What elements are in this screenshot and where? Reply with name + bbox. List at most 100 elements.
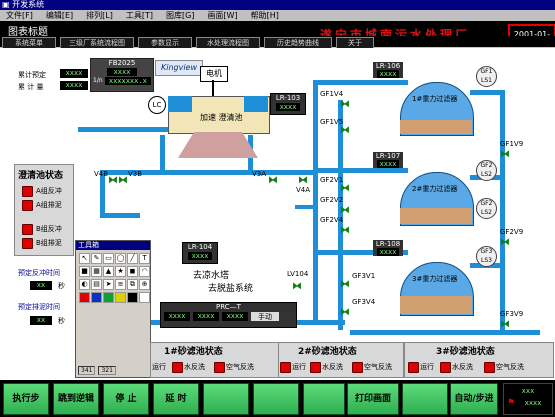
blank-button-1[interactable] xyxy=(203,383,249,415)
lr103-meter: LR-103 xxxx xyxy=(270,93,306,115)
gf1-indicator: GF1 LS1 xyxy=(476,66,497,87)
gf2-name-b: GF2 xyxy=(480,200,493,207)
group-tool-icon[interactable]: ⧉ xyxy=(127,279,138,290)
lc-indicator: LC xyxy=(148,96,166,114)
fb-meter: FB2025 xxxx 1/n xxxxxxx.x xyxy=(90,58,154,92)
filter-2-sand xyxy=(400,208,472,224)
zoom-tool-icon[interactable]: ⊕ xyxy=(139,279,150,290)
lr104-title: LR-104 xyxy=(183,243,217,251)
gf2v4-valve-icon[interactable]: ⧓ xyxy=(340,226,350,236)
sand-3-water-label: 水反洗 xyxy=(452,363,473,371)
image-tool-icon[interactable]: ▦ xyxy=(91,266,102,277)
v4a-valve-icon[interactable]: ⧓ xyxy=(298,176,308,186)
v4b-valve-icon[interactable]: ⧓ xyxy=(108,176,118,186)
fill-tool-icon[interactable]: ■ xyxy=(79,266,90,277)
arrow-tool-icon[interactable]: ➤ xyxy=(103,279,114,290)
text-tool-icon[interactable]: T xyxy=(139,253,150,264)
v3a-valve-icon[interactable]: ⧓ xyxy=(268,176,278,186)
color-blue-icon[interactable] xyxy=(91,292,102,303)
pr-value-3: xxxx xyxy=(222,312,248,321)
a-backflush-indicator[interactable] xyxy=(22,186,33,197)
gf1v4-valve-icon[interactable]: ⧓ xyxy=(340,100,350,110)
lr103-value: xxxx xyxy=(276,103,300,111)
select-tool-icon[interactable]: ↖ xyxy=(79,253,90,264)
gauge-tool-icon[interactable]: ◐ xyxy=(79,279,90,290)
gf2v2-valve-icon[interactable]: ⧓ xyxy=(340,206,350,216)
color-green-icon[interactable] xyxy=(103,292,114,303)
gf2v1-valve-icon[interactable]: ⧓ xyxy=(340,184,350,194)
color-yellow-icon[interactable] xyxy=(115,292,126,303)
cum-value: xxxx xyxy=(60,81,88,90)
polygon-tool-icon[interactable]: ▲ xyxy=(103,266,114,277)
star-tool-icon[interactable]: ★ xyxy=(115,266,126,277)
line-tool-icon[interactable]: ╱ xyxy=(127,253,138,264)
cum-set-value: xxxx xyxy=(60,69,88,78)
sand-status-1-title: 1#砂滤池状态 xyxy=(164,347,223,357)
delay-button[interactable]: 延 时 xyxy=(153,383,199,415)
v3b-valve-icon[interactable]: ⧓ xyxy=(118,176,128,186)
fb-title: FB2025 xyxy=(108,59,136,67)
gf2v4-label: GF2V4 xyxy=(320,216,344,224)
menu-file[interactable]: 文件[F] xyxy=(6,10,33,21)
sand-3-air-indicator[interactable] xyxy=(484,362,495,373)
blank-button-2[interactable] xyxy=(253,383,299,415)
gf1v9-label: GF1V9 xyxy=(500,140,524,148)
pipe-right-1 xyxy=(470,90,505,95)
menu-tools[interactable]: 工具[T] xyxy=(126,10,153,21)
auto-step-button[interactable]: 自动/步进 xyxy=(450,383,498,415)
align-tool-icon[interactable]: ≡ xyxy=(115,279,126,290)
blank-button-4[interactable] xyxy=(402,383,448,415)
color-red-icon[interactable] xyxy=(79,292,90,303)
grid-tool-icon[interactable]: ▤ xyxy=(91,279,102,290)
print-screen-button[interactable]: 打印画面 xyxy=(347,383,399,415)
gf3v1-valve-icon[interactable]: ⧓ xyxy=(340,280,350,290)
a-drain-indicator[interactable] xyxy=(22,200,33,211)
sand-3-water-indicator[interactable] xyxy=(440,362,451,373)
rect-tool-icon[interactable]: ▭ xyxy=(103,253,114,264)
blank-button-3[interactable] xyxy=(303,383,345,415)
v4a-label: V4A xyxy=(296,186,311,194)
sand-2-water-indicator[interactable] xyxy=(310,362,321,373)
sand-2-run-indicator[interactable] xyxy=(280,362,291,373)
gf3v4-valve-icon[interactable]: ⧓ xyxy=(340,308,350,318)
menu-edit[interactable]: 编辑[E] xyxy=(46,10,73,21)
pipe-clarifier-left xyxy=(160,135,165,175)
stop-button[interactable]: 停 止 xyxy=(103,383,149,415)
gf2v9-valve-icon[interactable]: ⧓ xyxy=(500,238,510,248)
backflush-time-value[interactable]: xx xyxy=(30,281,52,290)
sand-1-run-label: 运行 xyxy=(152,363,166,371)
sand-1-water-indicator[interactable] xyxy=(214,362,225,373)
sand-2-air-indicator[interactable] xyxy=(352,362,363,373)
menu-library[interactable]: 图库[G] xyxy=(166,10,194,21)
gf3v9-valve-icon[interactable]: ⧓ xyxy=(500,320,510,330)
backflush-time-unit: 秒 xyxy=(58,282,65,290)
color-black-icon[interactable] xyxy=(127,292,138,303)
sand-3-run-indicator[interactable] xyxy=(408,362,419,373)
pipe-right-riser xyxy=(500,90,505,330)
motor-box: 电机 xyxy=(200,66,228,82)
menu-help[interactable]: 帮助[H] xyxy=(251,10,279,21)
drain-time-value[interactable]: xx xyxy=(30,316,52,325)
button-tool-icon[interactable]: ◼ xyxy=(127,266,138,277)
gf2-name: GF2 xyxy=(480,162,493,169)
pencil-tool-icon[interactable]: ✎ xyxy=(91,253,102,264)
gf1v5-valve-icon[interactable]: ⧓ xyxy=(340,126,350,136)
jump-logic-button[interactable]: 跳到逆辑 xyxy=(53,383,99,415)
gf1v9-valve-icon[interactable]: ⧓ xyxy=(500,150,510,160)
gf3v4-label: GF3V4 xyxy=(352,298,376,306)
exec-step-button[interactable]: 执行步 xyxy=(3,383,49,415)
b-backflush-indicator[interactable] xyxy=(22,224,33,235)
b-drain-indicator[interactable] xyxy=(22,238,33,249)
lv104-valve-icon[interactable]: ⧓ xyxy=(292,282,302,292)
manual-button[interactable]: 手动 xyxy=(251,312,279,321)
menu-screen[interactable]: 画面[W] xyxy=(207,10,237,21)
ellipse-tool-icon[interactable]: ◯ xyxy=(115,253,126,264)
cooling-tower-label: 去凉水塔 xyxy=(193,271,230,281)
toolbox-window: 工具箱 ↖ ✎ ▭ ◯ ╱ T ■ ▦ ▲ ★ ◼ ◠ ◐ ▤ ➤ ≡ ⧉ ⊕ … xyxy=(75,240,151,378)
sand-1-air-label: 空气反洗 xyxy=(226,363,254,371)
color-white-icon[interactable] xyxy=(139,292,150,303)
drain-time-unit: 秒 xyxy=(58,317,65,325)
sand-1-run-indicator[interactable] xyxy=(172,362,183,373)
arc-tool-icon[interactable]: ◠ xyxy=(139,266,150,277)
menu-arrange[interactable]: 排列[L] xyxy=(86,10,113,21)
